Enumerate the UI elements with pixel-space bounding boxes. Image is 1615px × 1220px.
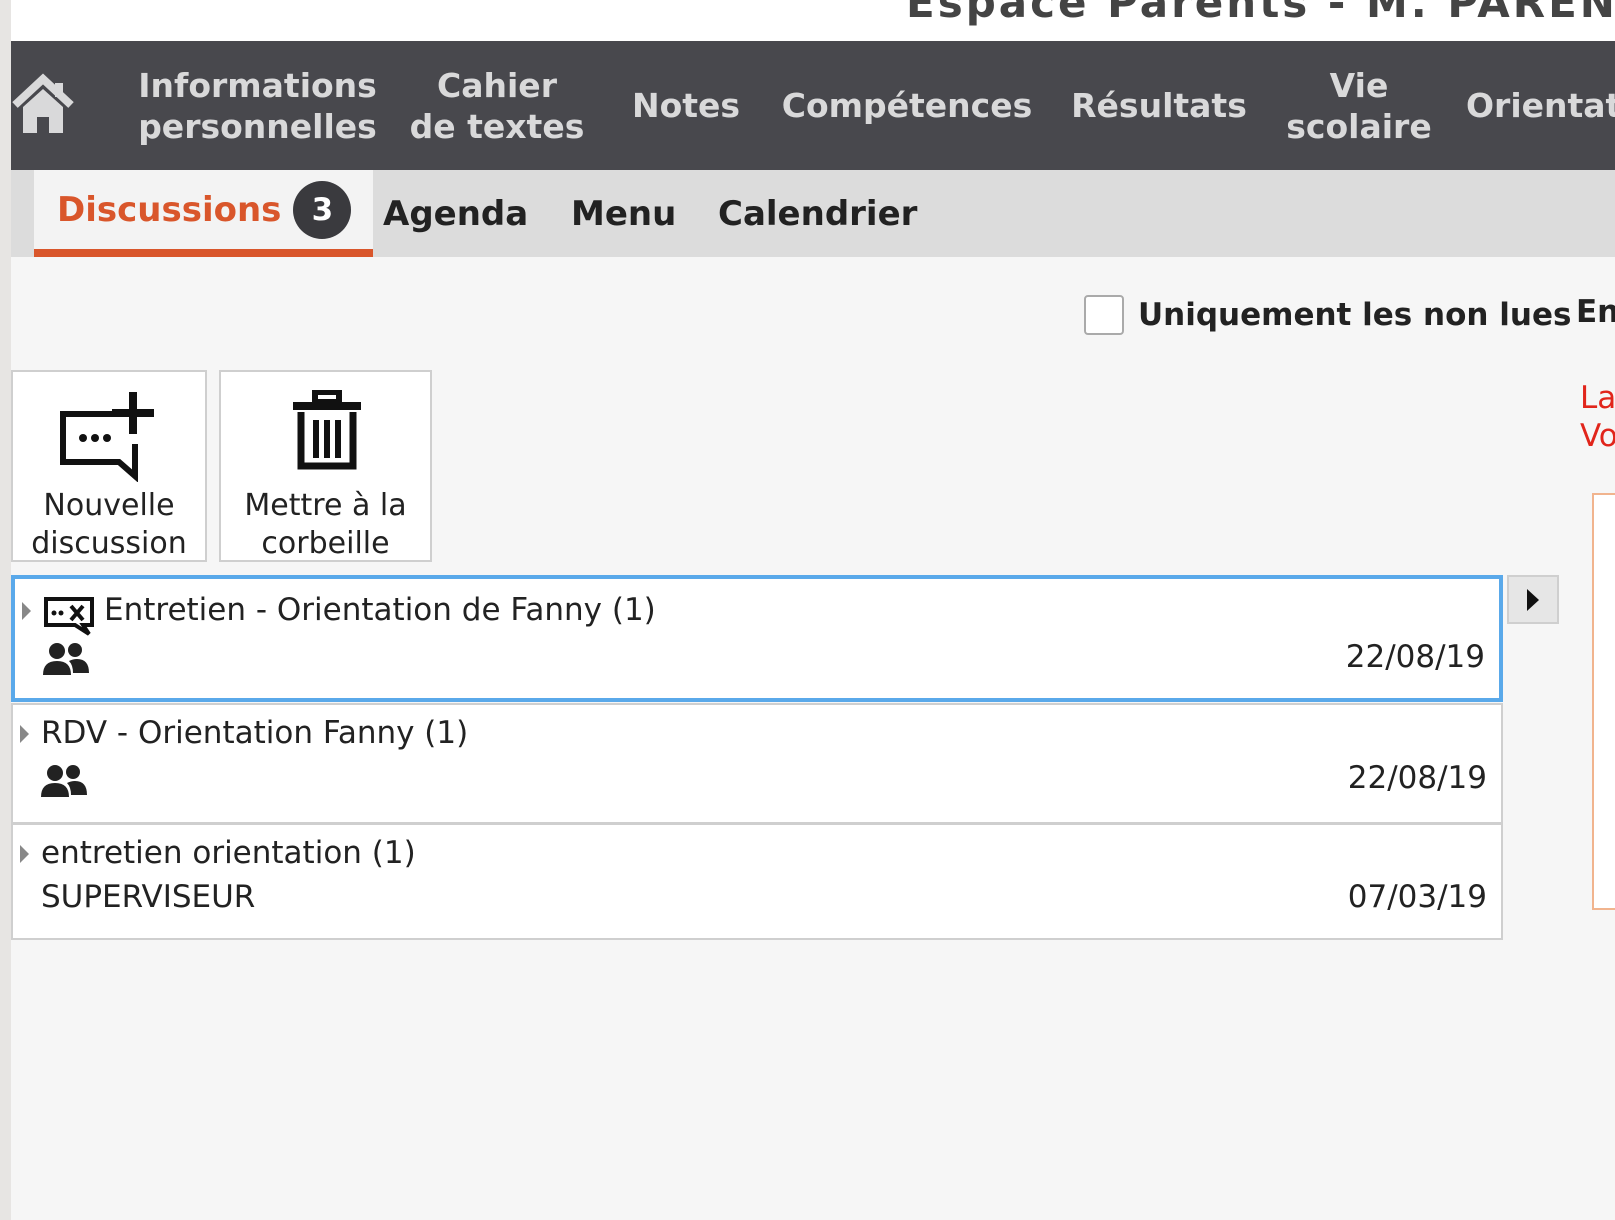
nav-label: de textes — [409, 106, 585, 146]
expand-arrow-icon[interactable] — [20, 845, 29, 863]
tab-label: Discussions — [57, 189, 282, 230]
nav-label: Notes — [631, 86, 741, 125]
trash-icon — [293, 390, 361, 470]
discussion-title: Entretien - Orientation de Fanny (1) — [104, 592, 656, 628]
trash-label: Mettre à la corbeille — [221, 487, 430, 563]
discussion-row[interactable]: RDV - Orientation Fanny (1) 22/08/19 — [11, 703, 1503, 824]
notice-line-1: La — [1580, 380, 1615, 416]
tab-label: Agenda — [383, 193, 529, 234]
unread-only-checkbox[interactable] — [1084, 295, 1124, 335]
tab-calendrier[interactable]: Calendrier — [718, 170, 917, 257]
trash-button[interactable]: Mettre à la corbeille — [219, 370, 432, 562]
nav-orientation[interactable]: Orientat — [1466, 41, 1615, 170]
notice-line-2: Vo — [1580, 418, 1615, 454]
label-line: Mettre à la — [244, 488, 407, 523]
title-strip: Espace Parents - M. PARENT F — [11, 0, 1615, 41]
closed-conversation-icon — [44, 597, 94, 636]
discussion-date: 22/08/19 — [1347, 760, 1487, 796]
unread-filter: Uniquement les non lues — [1084, 294, 1571, 336]
discussion-title: entretien orientation (1) — [41, 835, 416, 871]
discussion-sender: SUPERVISEUR — [41, 879, 256, 915]
main-nav: Informations personnelles Cahier de textes… — [11, 41, 1615, 170]
nav-notes[interactable]: Notes — [621, 41, 751, 170]
nav-label: Vie — [1329, 65, 1389, 105]
nav-label: Compétences — [781, 86, 1033, 125]
nav-cahier-de-textes[interactable]: Cahier de textes — [406, 41, 588, 170]
new-discussion-button[interactable]: Nouvelle discussion — [11, 370, 207, 562]
nav-label: Résultats — [1071, 86, 1247, 125]
truncated-label: En — [1576, 294, 1615, 330]
home-button[interactable] — [11, 71, 75, 137]
discussion-row[interactable]: entretien orientation (1) SUPERVISEUR 07… — [11, 823, 1503, 940]
tab-label: Calendrier — [718, 193, 918, 234]
tab-agenda[interactable]: Agenda — [383, 170, 528, 257]
label-line: Nouvelle — [43, 488, 175, 523]
people-icon — [41, 765, 87, 797]
label-line: discussion — [31, 526, 187, 561]
nav-label: Orientat — [1466, 86, 1615, 125]
unread-only-label[interactable]: Uniquement les non lues — [1138, 297, 1571, 333]
nav-resultats[interactable]: Résultats — [1064, 41, 1254, 170]
home-icon — [12, 73, 74, 133]
nav-label: personnelles — [138, 106, 377, 146]
discussion-title: RDV - Orientation Fanny (1) — [41, 715, 469, 751]
new-message-icon — [60, 392, 154, 482]
play-arrow-icon — [1527, 588, 1539, 611]
tab-label: Menu — [571, 193, 677, 234]
sub-nav: Discussions 3 Agenda Menu Calendrier — [11, 170, 1615, 257]
label-line: corbeille — [261, 526, 390, 561]
nav-competences[interactable]: Compétences — [776, 41, 1038, 170]
discussion-row[interactable]: Entretien - Orientation de Fanny (1) 22/… — [11, 575, 1503, 702]
collapse-panel-button[interactable] — [1507, 575, 1559, 624]
expand-arrow-icon[interactable] — [22, 602, 31, 620]
nav-label: Informations — [138, 65, 377, 105]
tab-menu[interactable]: Menu — [571, 170, 676, 257]
discussion-date: 07/03/19 — [1347, 879, 1487, 915]
nav-label: scolaire — [1286, 106, 1432, 146]
nav-vie-scolaire[interactable]: Vie scolaire — [1279, 41, 1439, 170]
app-frame: Espace Parents - M. PARENT F Information… — [11, 0, 1615, 1220]
page-title: Espace Parents - M. PARENT F — [906, 0, 1615, 27]
discussion-date: 22/08/19 — [1345, 639, 1485, 675]
people-icon — [43, 643, 89, 675]
nav-informations-personnelles[interactable]: Informations personnelles — [131, 41, 384, 170]
nav-label: Cahier — [437, 65, 557, 105]
message-panel — [1592, 493, 1615, 910]
expand-arrow-icon[interactable] — [20, 725, 29, 743]
new-discussion-label: Nouvelle discussion — [13, 487, 205, 563]
unread-count-badge: 3 — [293, 180, 352, 239]
tab-discussions[interactable]: Discussions 3 — [34, 170, 374, 257]
